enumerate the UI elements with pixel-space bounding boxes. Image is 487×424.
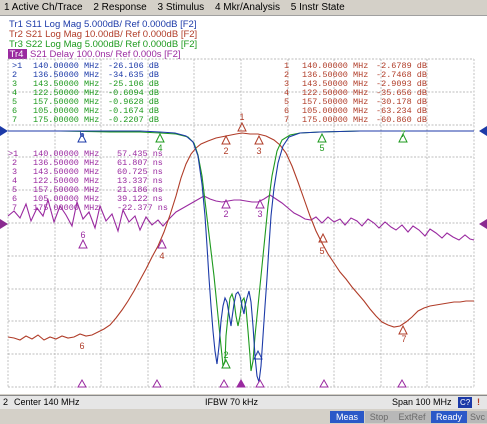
marker-table-s21: 1 140.00000 MHz -2.6789 dB 2 136.50000 MHz -… — [284, 61, 427, 125]
indicator-svc[interactable]: Svc — [467, 411, 487, 423]
ifbw-setting[interactable]: IFBW 70 kHz — [205, 396, 258, 409]
marker-s21-1-label: 1 — [239, 112, 244, 122]
mkr-s22-row-7: 7 175.00000 MHz -0.2207 dB — [12, 115, 159, 125]
marker-table-s11: >1 140.00000 MHz -26.106 dB 2 136.50000 MHz… — [12, 61, 159, 80]
marker-s21-2-label: 2 — [223, 146, 228, 156]
menu-bar: 1 Active Ch/Trace 2 Response 3 Stimulus … — [0, 0, 487, 16]
indicator-extref[interactable]: ExtRef — [393, 411, 431, 423]
mkr-s21-row-7: 7 175.00000 MHz -60.860 dB — [284, 115, 427, 125]
marker-s22-2-label: 2 — [223, 350, 228, 360]
menu-response[interactable]: 2 Response — [89, 0, 150, 15]
cal-status-badge[interactable]: C? — [458, 397, 473, 408]
marker-s21-4-label: 4 — [159, 251, 164, 261]
marker-s11-1-label: 6 — [79, 129, 84, 139]
marker-delay-6-label: 6 — [80, 230, 85, 240]
warning-indicator[interactable]: ! — [477, 396, 480, 409]
marker-delay-3-label: 3 — [257, 209, 262, 219]
marker-s22-7-label: 7 — [400, 129, 405, 139]
marker-s21-5-label: 5 — [319, 246, 324, 256]
menu-stimulus[interactable]: 3 Stimulus — [154, 0, 209, 15]
marker-delay-2-label: 2 — [223, 209, 228, 219]
marker-s21-6-label: 6 — [79, 341, 84, 351]
indicator-ready[interactable]: Ready — [431, 411, 467, 423]
center-frequency[interactable]: Center 140 MHz — [14, 396, 80, 409]
channel-status-bar: 2 Center 140 MHz IFBW 70 kHz Span 100 MH… — [0, 395, 487, 409]
channel-number[interactable]: 2 — [3, 396, 8, 409]
span-setting[interactable]: Span 100 MHz — [392, 396, 452, 409]
instrument-indicator-bar: Meas Stop ExtRef Ready Svc — [0, 409, 487, 424]
measurement-plot[interactable]: Tr1 S11 Log Mag 5.000dB/ Ref 0.000dB [F2… — [0, 16, 487, 394]
marker-s21-3-label: 3 — [256, 146, 261, 156]
mkr-delay-row-7: 7 175.00000 MHz -22.377 ns — [12, 203, 168, 213]
menu-active-ch-trace[interactable]: 1 Active Ch/Trace — [0, 0, 87, 15]
trace-legend: Tr1 S11 Log Mag 5.000dB/ Ref 0.000dB [F2… — [8, 19, 197, 60]
indicator-stop[interactable]: Stop — [365, 411, 393, 423]
indicator-meas[interactable]: Meas — [330, 411, 364, 423]
trace-4-label[interactable]: S21 Delay 100.0ns/ Ref 0.000s [F2] — [30, 49, 181, 60]
menu-instr-state[interactable]: 5 Instr State — [287, 0, 349, 15]
marker-table-s22: 3 143.50000 MHz -25.106 dB 4 122.50000 MHz -… — [12, 79, 159, 125]
marker-s22-5-label: 5 — [319, 143, 324, 153]
trace-4-tag[interactable]: Tr4 — [10, 49, 24, 60]
marker-s21-7-label: 7 — [401, 334, 406, 344]
menu-mkr-analysis[interactable]: 4 Mkr/Analysis — [211, 0, 284, 15]
